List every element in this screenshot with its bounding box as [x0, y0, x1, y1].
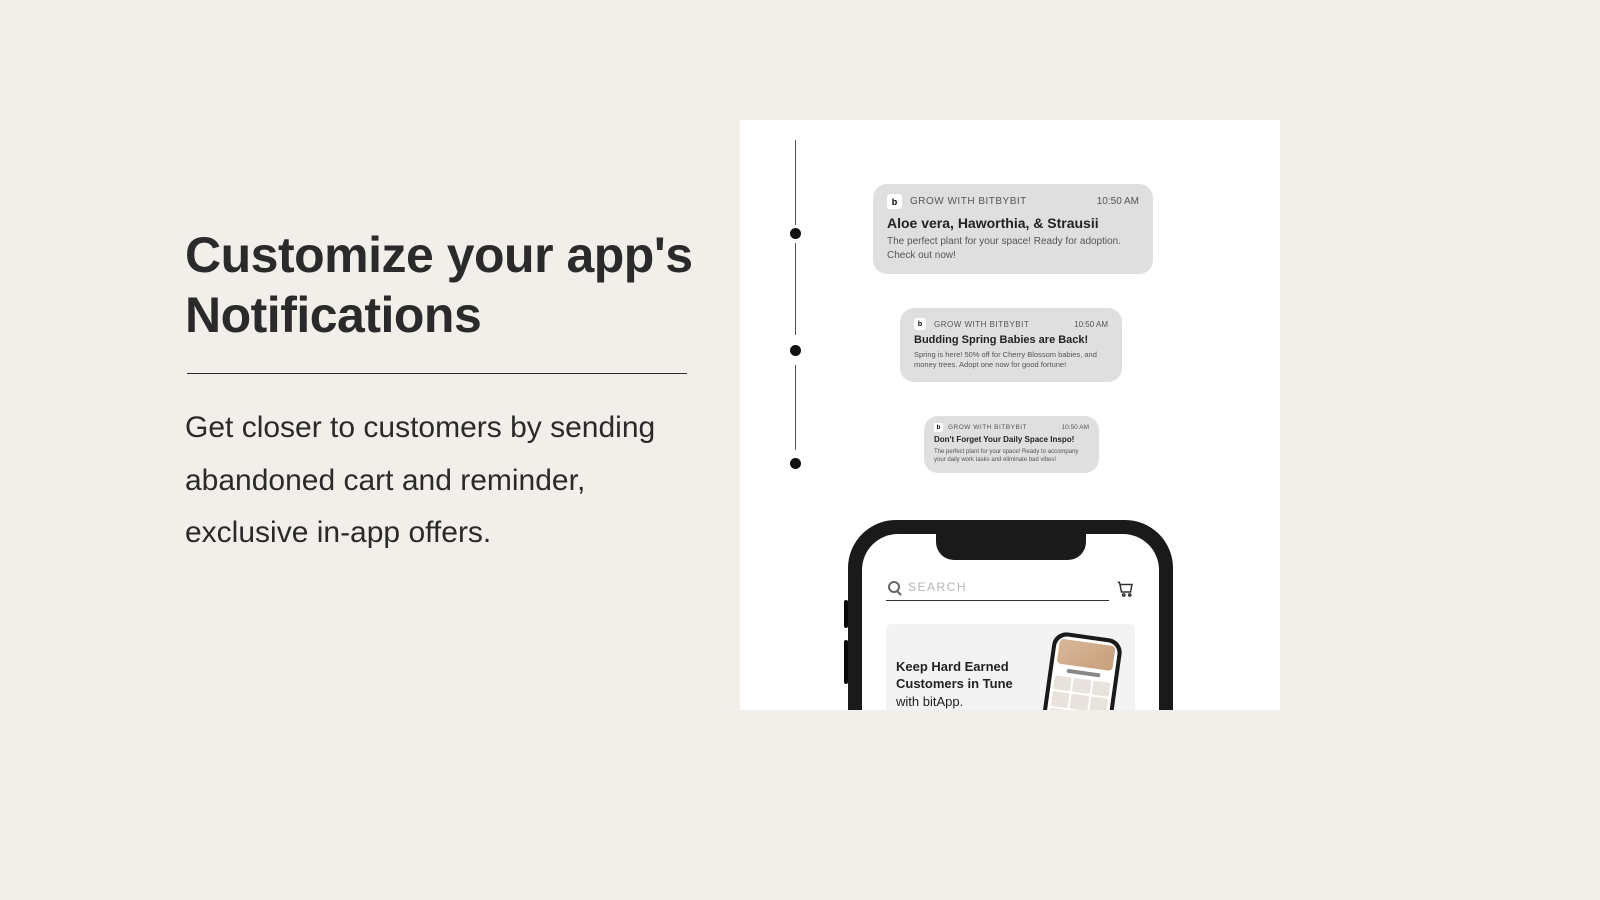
app-logo-icon: b	[914, 318, 926, 330]
notification-app-name: GROW WITH BITBYBIT	[948, 424, 1057, 431]
notification-title: Don't Forget Your Daily Space Inspo!	[934, 435, 1089, 444]
notification-title: Budding Spring Babies are Back!	[914, 334, 1108, 346]
search-icon	[888, 581, 900, 593]
notification-time: 10:50 AM	[1097, 196, 1139, 207]
app-logo-icon: b	[934, 423, 943, 432]
app-logo-icon: b	[887, 194, 902, 209]
promo-headline: Keep Hard Earned Customers in Tune	[896, 659, 1013, 692]
timeline	[790, 140, 802, 500]
title-divider	[187, 373, 687, 374]
notification-body: The perfect plant for your space! Ready …	[887, 235, 1139, 262]
notification-title: Aloe vera, Haworthia, & Strausii	[887, 215, 1139, 231]
notification-app-name: GROW WITH BITBYBIT	[934, 320, 1066, 329]
notification-card: b GROW WITH BITBYBIT 10:50 AM Budding Sp…	[900, 308, 1122, 382]
notification-app-name: GROW WITH BITBYBIT	[910, 196, 1089, 207]
notification-card: b GROW WITH BITBYBIT 10:50 AM Don't Forg…	[924, 416, 1099, 473]
notification-body: Spring is here! 50% off for Cherry Bloss…	[914, 350, 1108, 370]
illustration-panel: b GROW WITH BITBYBIT 10:50 AM Aloe vera,…	[740, 120, 1280, 710]
notification-body: The perfect plant for your space! Ready …	[934, 448, 1089, 464]
phone-notch	[936, 534, 1086, 560]
page-subtext: Get closer to customers by sending aband…	[185, 402, 675, 560]
cart-icon[interactable]	[1117, 580, 1135, 598]
search-input[interactable]: SEARCH	[886, 576, 1109, 601]
page-title: Customize your app's Notifications	[185, 225, 705, 345]
notification-time: 10:50 AM	[1074, 320, 1108, 329]
promo-phone-illustration	[1041, 631, 1124, 710]
notification-card: b GROW WITH BITBYBIT 10:50 AM Aloe vera,…	[873, 184, 1153, 274]
promo-subline: with bitApp.	[896, 694, 963, 709]
phone-mockup: SEARCH Keep Hard Earned Customers in Tun…	[848, 520, 1173, 710]
search-placeholder: SEARCH	[908, 580, 967, 594]
notification-time: 10:50 AM	[1062, 424, 1089, 431]
promo-card: Keep Hard Earned Customers in Tune with …	[886, 624, 1135, 710]
